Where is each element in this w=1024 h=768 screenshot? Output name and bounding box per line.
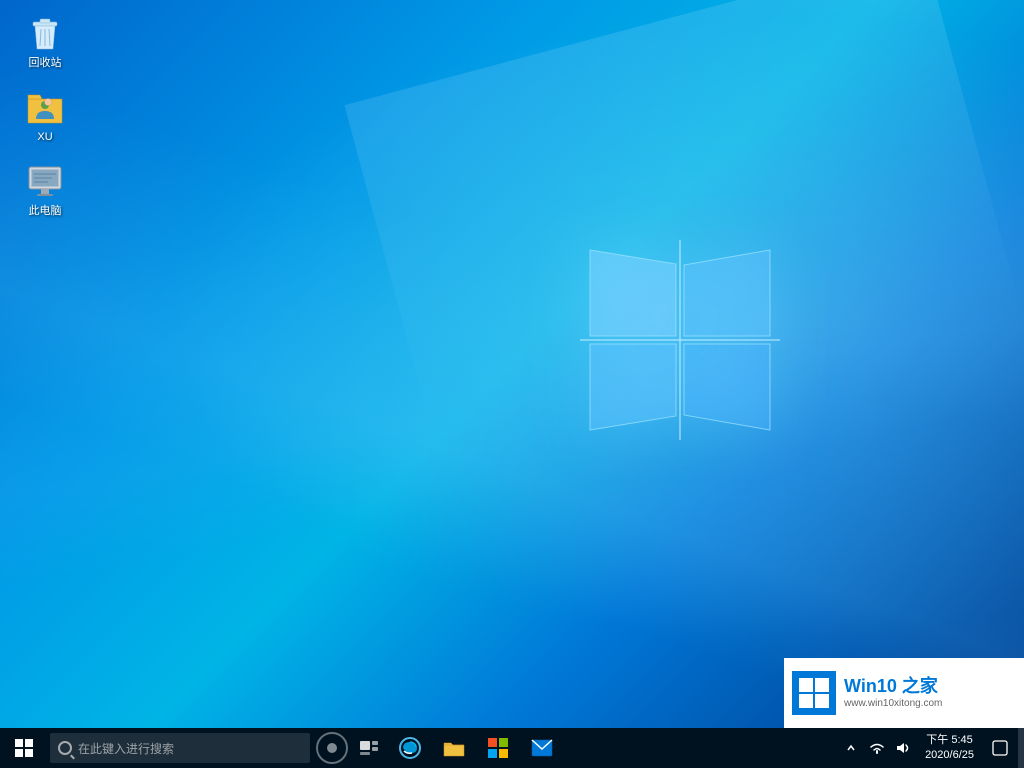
network-status-icon [869, 741, 885, 755]
task-view-button[interactable] [350, 728, 388, 768]
start-button[interactable] [0, 728, 48, 768]
search-placeholder: 在此键入进行搜索 [78, 740, 174, 757]
desktop: 回收站 XU [0, 0, 1024, 728]
watermark-title-main: Win10 [844, 676, 902, 696]
watermark-title: Win10 之家 [844, 677, 942, 695]
store-taskbar-button[interactable] [476, 728, 520, 768]
edge-icon [399, 737, 421, 759]
volume-icon[interactable] [891, 728, 915, 768]
recycle-bin-image [25, 14, 65, 54]
show-desktop-button[interactable] [1018, 728, 1024, 768]
network-icon[interactable] [865, 728, 889, 768]
start-icon [15, 739, 33, 757]
recycle-bin-icon[interactable]: 回收站 [10, 10, 80, 74]
clock-date: 2020/6/25 [925, 748, 974, 763]
mail-icon [531, 739, 553, 757]
cortana-icon [327, 743, 337, 753]
edge-taskbar-button[interactable] [388, 728, 432, 768]
xu-user-icon[interactable]: XU [10, 84, 80, 148]
task-view-icon [360, 741, 378, 755]
taskbar: 在此键入进行搜索 [0, 728, 1024, 768]
search-icon [58, 741, 72, 755]
xu-user-label: XU [37, 131, 52, 144]
chevron-up-icon [847, 742, 855, 754]
clock-display[interactable]: 下午 5:45 2020/6/25 [917, 728, 982, 768]
file-explorer-taskbar-button[interactable] [432, 728, 476, 768]
notification-center-button[interactable] [984, 728, 1016, 768]
watermark: Win10 之家 www.win10xitong.com [784, 658, 1024, 728]
search-box[interactable]: 在此键入进行搜索 [50, 733, 310, 763]
this-pc-image [25, 162, 65, 202]
watermark-url: www.win10xitong.com [844, 698, 942, 709]
mail-taskbar-button[interactable] [520, 728, 564, 768]
notification-icon [992, 740, 1008, 756]
system-tray: 下午 5:45 2020/6/25 [839, 728, 1018, 768]
watermark-text: Win10 之家 www.win10xitong.com [844, 677, 942, 709]
store-icon [487, 737, 509, 759]
watermark-title-highlight: 之家 [902, 676, 938, 696]
watermark-logo [792, 671, 836, 715]
this-pc-icon[interactable]: 此电脑 [10, 158, 80, 222]
this-pc-label: 此电脑 [29, 205, 62, 218]
recycle-bin-label: 回收站 [29, 57, 62, 70]
windows-logo [580, 240, 780, 440]
show-hidden-icons-button[interactable] [839, 728, 863, 768]
desktop-icons-container: 回收站 XU [10, 10, 80, 223]
cortana-button[interactable] [316, 732, 348, 764]
volume-status-icon [895, 741, 911, 755]
file-explorer-icon [443, 738, 465, 758]
clock-time: 下午 5:45 [926, 733, 972, 748]
xu-user-image [25, 88, 65, 128]
